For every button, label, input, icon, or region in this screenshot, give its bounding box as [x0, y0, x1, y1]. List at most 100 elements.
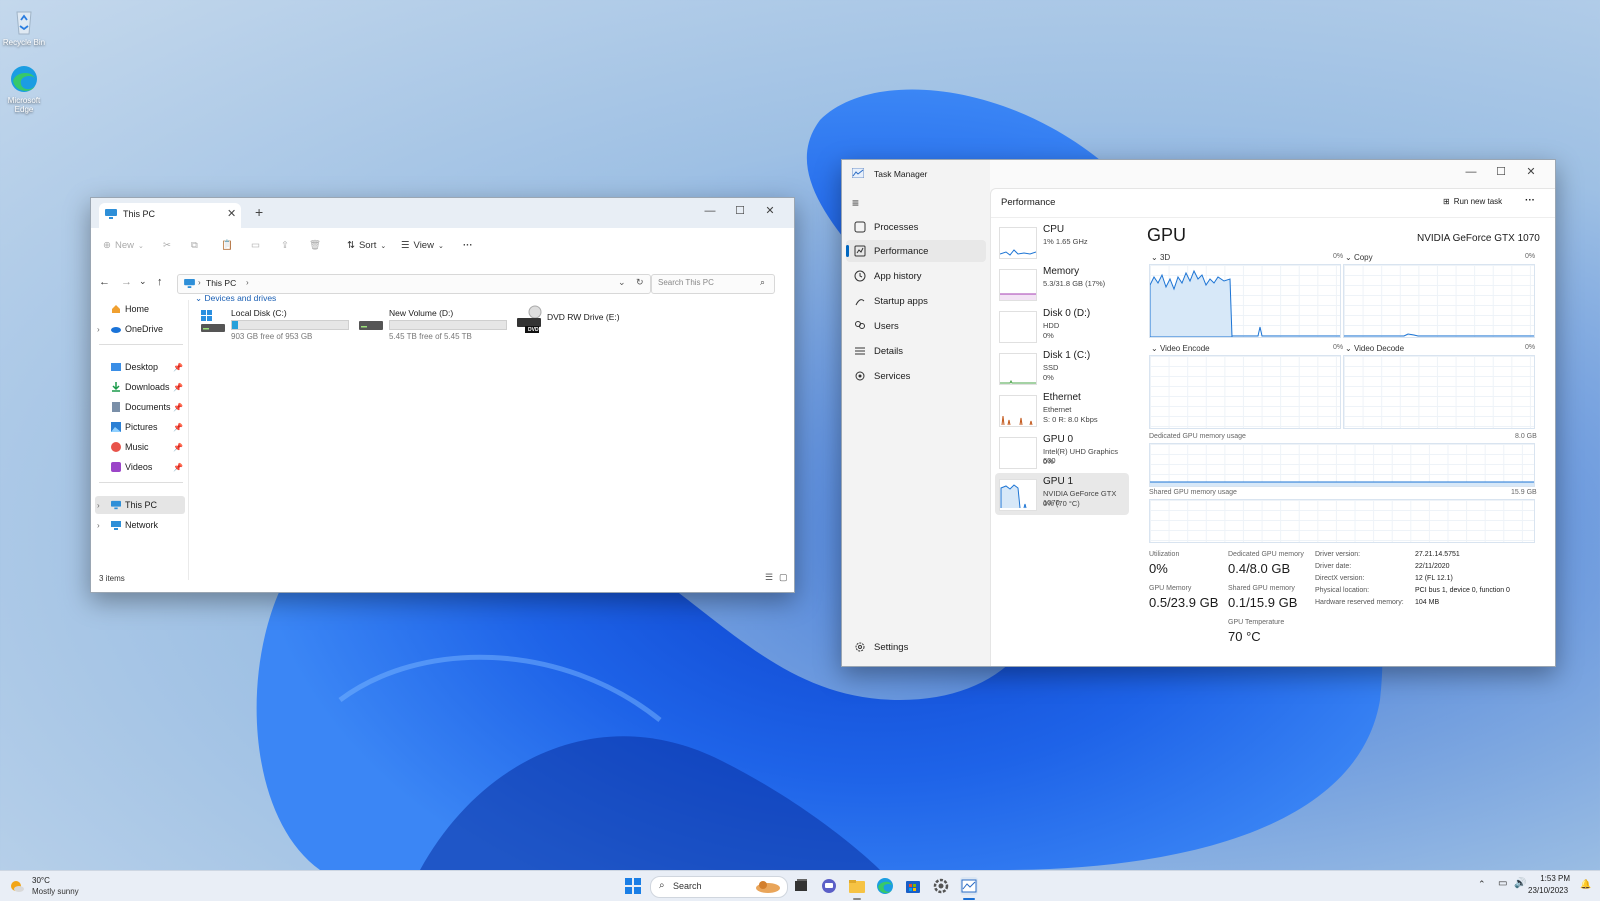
run-new-task-button[interactable]: ⊞ Run new task: [1443, 197, 1502, 206]
file-explorer-icon[interactable]: [848, 877, 866, 895]
drive-name: Local Disk (C:): [231, 308, 287, 318]
network-icon[interactable]: ▭: [1498, 878, 1507, 889]
minimize-button[interactable]: —: [1456, 162, 1486, 182]
nav-item-this-pc[interactable]: › This PC: [95, 496, 185, 514]
engine-selector-3d[interactable]: ⌄ 3D: [1151, 253, 1170, 262]
taskbar-search[interactable]: ⌕ Search: [650, 876, 788, 898]
search-input[interactable]: Search This PC ⌕: [651, 274, 775, 294]
maximize-button[interactable]: ☐: [725, 201, 755, 221]
hamburger-menu-icon[interactable]: ≡: [852, 196, 859, 210]
drive-c[interactable]: Local Disk (C:) 903 GB free of 953 GB: [199, 308, 349, 342]
device-name: Ethernet: [1043, 392, 1081, 403]
start-icon[interactable]: [624, 877, 642, 895]
details-view-icon[interactable]: ☰: [765, 572, 773, 583]
engine-selector-copy[interactable]: ⌄ Copy: [1345, 253, 1373, 262]
chevron-up-icon[interactable]: ⌃: [1478, 879, 1486, 890]
close-tab-icon[interactable]: ✕: [227, 207, 236, 220]
pin-icon: 📌: [173, 442, 183, 452]
nav-item-network[interactable]: › Network: [95, 516, 185, 534]
nav-services[interactable]: Services: [846, 365, 986, 387]
device-disk-0[interactable]: Disk 0 (D:) HDD 0%: [995, 305, 1129, 347]
desktop-icon-edge[interactable]: Microsoft Edge: [0, 64, 48, 114]
more-options-button[interactable]: ···: [1525, 195, 1535, 206]
copy-icon[interactable]: ⧉: [191, 240, 198, 251]
task-view-icon[interactable]: [792, 877, 810, 895]
clock-time[interactable]: 1:53 PM: [1540, 874, 1570, 883]
engine-selector-video-decode[interactable]: ⌄ Video Decode: [1345, 344, 1404, 353]
cut-icon[interactable]: ✂: [163, 240, 171, 251]
tiles-view-icon[interactable]: ▢: [779, 572, 788, 583]
tab-this-pc[interactable]: This PC ✕: [99, 203, 241, 228]
forward-icon[interactable]: →: [121, 276, 132, 288]
maximize-button[interactable]: ☐: [1486, 162, 1516, 182]
chevron-right-icon[interactable]: ›: [97, 325, 100, 334]
nav-item-pictures[interactable]: Pictures 📌: [95, 418, 185, 436]
divider: [99, 344, 183, 345]
pane-splitter[interactable]: [188, 300, 189, 580]
rename-icon[interactable]: ▭: [251, 240, 260, 251]
picture-icon: [111, 422, 121, 432]
recent-locations-icon[interactable]: ⌄: [139, 276, 147, 287]
paste-icon[interactable]: 📋: [221, 240, 233, 251]
nav-processes[interactable]: Processes: [846, 216, 986, 238]
sort-button[interactable]: ⇅ Sort ⌄: [347, 240, 386, 251]
nav-app-history[interactable]: App history: [846, 265, 986, 287]
pin-icon: 📌: [173, 362, 183, 372]
back-icon[interactable]: ←: [99, 276, 110, 288]
nav-item-home[interactable]: Home: [95, 300, 185, 318]
volume-icon[interactable]: 🔊: [1514, 878, 1526, 889]
drive-e[interactable]: DVD DVD RW Drive (E:): [515, 304, 655, 340]
cloud-icon: [111, 324, 121, 334]
new-tab-button[interactable]: +: [255, 204, 263, 220]
nav-settings[interactable]: Settings: [846, 636, 986, 658]
chevron-right-icon[interactable]: ›: [97, 501, 100, 510]
nav-item-desktop[interactable]: Desktop 📌: [95, 358, 185, 376]
device-ethernet[interactable]: Ethernet Ethernet S: 0 R: 8.0 Kbps: [995, 389, 1129, 431]
nav-performance[interactable]: Performance: [846, 240, 986, 262]
chat-icon[interactable]: [820, 877, 838, 895]
notification-bell-icon[interactable]: 🔔: [1580, 879, 1591, 890]
new-button[interactable]: ⊕ New ⌄: [103, 240, 144, 251]
drive-d[interactable]: New Volume (D:) 5.45 TB free of 5.45 TB: [357, 308, 507, 342]
view-button[interactable]: ☰ View ⌄: [401, 240, 444, 251]
nav-item-downloads[interactable]: Downloads 📌: [95, 378, 185, 396]
minimize-button[interactable]: —: [695, 201, 725, 221]
device-gpu-0[interactable]: GPU 0 Intel(R) UHD Graphics 630 0%: [995, 431, 1129, 473]
device-disk-1[interactable]: Disk 1 (C:) SSD 0%: [995, 347, 1129, 389]
task-manager-taskbar-icon[interactable]: [960, 877, 978, 895]
nav-users[interactable]: Users: [846, 315, 986, 337]
chevron-right-icon[interactable]: ›: [97, 521, 100, 530]
nav-item-music[interactable]: Music 📌: [95, 438, 185, 456]
breadcrumb[interactable]: This PC: [206, 278, 236, 288]
delete-icon[interactable]: 🗑: [309, 240, 321, 251]
nav-item-documents[interactable]: Documents 📌: [95, 398, 185, 416]
device-memory[interactable]: Memory 5.3/31.8 GB (17%): [995, 263, 1129, 305]
section-header-devices[interactable]: ⌄ Devices and drives: [195, 293, 276, 304]
history-dropdown-icon[interactable]: ⌄: [618, 277, 626, 288]
store-icon[interactable]: [904, 877, 922, 895]
settings-gear-icon[interactable]: [932, 877, 950, 895]
refresh-icon[interactable]: ↻: [636, 277, 644, 288]
chevron-right-icon[interactable]: ›: [246, 278, 249, 287]
clock-date[interactable]: 23/10/2023: [1528, 886, 1568, 895]
edge-icon[interactable]: [876, 877, 894, 895]
desktop-icon-recycle-bin[interactable]: Recycle Bin: [0, 6, 48, 47]
close-button[interactable]: ✕: [755, 201, 785, 221]
close-button[interactable]: ✕: [1516, 162, 1546, 182]
more-options-button[interactable]: ···: [463, 240, 473, 251]
engine-selector-video-encode[interactable]: ⌄ Video Encode: [1151, 344, 1210, 353]
share-icon[interactable]: ⇪: [281, 240, 289, 251]
nav-startup-apps[interactable]: Startup apps: [846, 290, 986, 312]
device-name: Memory: [1043, 266, 1080, 277]
nav-item-onedrive[interactable]: › OneDrive: [95, 320, 185, 338]
up-icon[interactable]: ↑: [157, 276, 163, 288]
nav-item-videos[interactable]: Videos 📌: [95, 458, 185, 476]
device-gpu-1[interactable]: GPU 1 NVIDIA GeForce GTX 1070 0% (70 °C): [995, 473, 1129, 515]
address-bar[interactable]: › This PC › ⌄ ↻: [177, 274, 651, 294]
device-stat: 0%: [1043, 331, 1054, 340]
nav-details[interactable]: Details: [846, 340, 986, 362]
document-icon: [111, 402, 121, 412]
weather-widget[interactable]: 30°C Mostly sunny: [10, 876, 90, 898]
device-cpu[interactable]: CPU 1% 1.65 GHz: [995, 221, 1129, 263]
nav-label: Pictures: [125, 422, 158, 432]
